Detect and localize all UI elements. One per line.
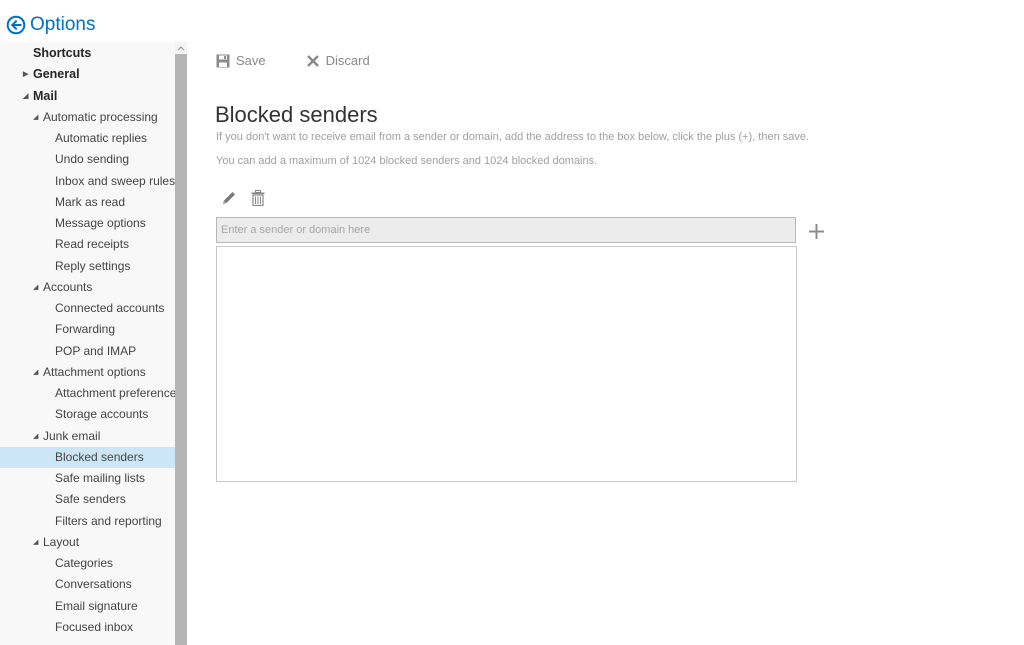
sidebar-item-label: Inbox and sweep rules xyxy=(55,173,175,188)
expanded-triangle-icon[interactable]: ◢ xyxy=(33,277,38,298)
sidebar-item-label: Forwarding xyxy=(55,322,116,337)
sidebar-item-email-signature[interactable]: Email signature xyxy=(0,596,175,617)
sidebar-item-label: Automatic processing xyxy=(43,109,158,124)
trash-icon[interactable] xyxy=(251,190,265,206)
sidebar-item-junk-email[interactable]: ◢ Junk email xyxy=(0,426,175,447)
sidebar-item-label: Mail xyxy=(33,88,58,103)
sidebar-item-label: Message options xyxy=(55,216,146,230)
sidebar-item-label: Filters and reporting xyxy=(55,513,162,528)
discard-label: Discard xyxy=(325,53,370,68)
sidebar-item-message-options[interactable]: Message options xyxy=(0,213,175,234)
sidebar-item-undo-sending[interactable]: Undo sending xyxy=(0,149,175,170)
sidebar-item-automatic-processing[interactable]: ◢ Automatic processing xyxy=(0,107,175,128)
sidebar-item-inbox-and-sweep-rules[interactable]: Inbox and sweep rules xyxy=(0,171,175,192)
sidebar-item-blocked-senders[interactable]: Blocked senders xyxy=(0,446,175,468)
sidebar-item-label: Accounts xyxy=(43,279,93,294)
floppy-disk-icon xyxy=(216,54,230,67)
sidebar-item-mail[interactable]: ◢ Mail xyxy=(0,86,175,107)
page-title: Blocked senders xyxy=(215,101,378,127)
expanded-triangle-icon[interactable]: ◢ xyxy=(23,86,28,107)
sidebar-item-connected-accounts[interactable]: Connected accounts xyxy=(0,298,175,319)
sidebar-item-label: Shortcuts xyxy=(33,46,92,60)
sidebar-item-accounts[interactable]: ◢ Accounts xyxy=(0,277,175,298)
sidebar-item-focused-inbox[interactable]: Focused inbox xyxy=(0,617,175,638)
scroll-up-button[interactable] xyxy=(175,42,187,54)
sidebar-item-storage-accounts[interactable]: Storage accounts xyxy=(0,404,175,425)
expanded-triangle-icon[interactable]: ◢ xyxy=(33,362,38,383)
expanded-triangle-icon[interactable]: ◢ xyxy=(33,532,38,553)
sidebar-item-label: Undo sending xyxy=(55,152,130,167)
options-title: Options xyxy=(30,14,96,35)
sidebar-item-categories[interactable]: Categories xyxy=(0,553,175,574)
sidebar-item-label: Attachment preferences xyxy=(55,386,175,400)
sidebar-scrollbar[interactable] xyxy=(175,42,187,645)
sidebar-item-label: Safe mailing lists xyxy=(55,471,146,485)
sidebar-item-safe-senders[interactable]: Safe senders xyxy=(0,489,175,510)
sidebar-item-label: Blocked senders xyxy=(55,449,144,464)
toolbar: Save Discard xyxy=(216,53,370,68)
sidebar-item-label: Storage accounts xyxy=(55,407,149,422)
sidebar-item-label: Junk email xyxy=(43,428,101,443)
sidebar-item-general[interactable]: ▶ General xyxy=(0,64,175,85)
sidebar-item-label: Layout xyxy=(43,534,80,549)
sidebar-item-label: Conversations xyxy=(55,577,132,592)
back-arrow-icon[interactable] xyxy=(6,15,26,35)
sidebar-item-filters-and-reporting[interactable]: Filters and reporting xyxy=(0,511,175,532)
sidebar-item-label: Categories xyxy=(55,556,114,570)
sidebar-item-read-receipts[interactable]: Read receipts xyxy=(0,234,175,255)
options-header: Options xyxy=(6,12,95,38)
sidebar-item-label: Mark as read xyxy=(55,194,126,209)
chevron-up-icon xyxy=(177,46,185,51)
limit-text: You can add a maximum of 1024 blocked se… xyxy=(216,155,598,167)
blocked-senders-list[interactable] xyxy=(216,246,797,482)
sidebar-item-mark-as-read[interactable]: Mark as read xyxy=(0,192,175,213)
sidebar-item-label: Safe senders xyxy=(55,492,126,507)
sidebar-item-safe-mailing-lists[interactable]: Safe mailing lists xyxy=(0,468,175,489)
sidebar-item-forwarding[interactable]: Forwarding xyxy=(0,319,175,340)
description-text: If you don't want to receive email from … xyxy=(216,131,810,143)
sidebar-item-attachment-options[interactable]: ◢ Attachment options xyxy=(0,362,175,383)
sidebar-item-label: Attachment options xyxy=(43,364,146,379)
expanded-triangle-icon[interactable]: ◢ xyxy=(33,107,38,128)
options-sidebar: Shortcuts ▶ General ◢ Mail ◢ Automatic process… xyxy=(0,42,175,645)
save-button[interactable]: Save xyxy=(216,53,266,68)
discard-button[interactable]: Discard xyxy=(306,53,370,68)
sidebar-item-label: Connected accounts xyxy=(55,301,165,315)
sidebar-item-label: Focused inbox xyxy=(55,619,134,634)
x-icon xyxy=(306,54,319,67)
sidebar-item-automatic-replies[interactable]: Automatic replies xyxy=(0,128,175,149)
plus-icon[interactable] xyxy=(808,223,825,240)
sender-domain-input[interactable] xyxy=(216,217,796,243)
save-label: Save xyxy=(236,53,266,68)
sidebar-item-label: Reply settings xyxy=(55,258,131,273)
sidebar-item-shortcuts[interactable]: Shortcuts xyxy=(0,43,175,64)
collapsed-triangle-icon[interactable]: ▶ xyxy=(23,64,28,85)
sidebar-item-label: Automatic replies xyxy=(55,131,148,145)
pencil-icon[interactable] xyxy=(221,190,237,206)
sidebar-item-label: General xyxy=(33,67,80,82)
sidebar-item-reply-settings[interactable]: Reply settings xyxy=(0,256,175,277)
sidebar-item-layout[interactable]: ◢ Layout xyxy=(0,532,175,553)
sidebar-item-conversations[interactable]: Conversations xyxy=(0,574,175,595)
sidebar-item-label: POP and IMAP xyxy=(55,343,137,358)
expanded-triangle-icon[interactable]: ◢ xyxy=(33,426,38,447)
sidebar-item-attachment-preferences[interactable]: Attachment preferences xyxy=(0,383,175,404)
sidebar-item-pop-and-imap[interactable]: POP and IMAP xyxy=(0,341,175,362)
scrollbar-thumb[interactable] xyxy=(175,54,187,645)
sidebar-item-label: Email signature xyxy=(55,598,138,613)
sidebar-item-label: Read receipts xyxy=(55,237,130,252)
